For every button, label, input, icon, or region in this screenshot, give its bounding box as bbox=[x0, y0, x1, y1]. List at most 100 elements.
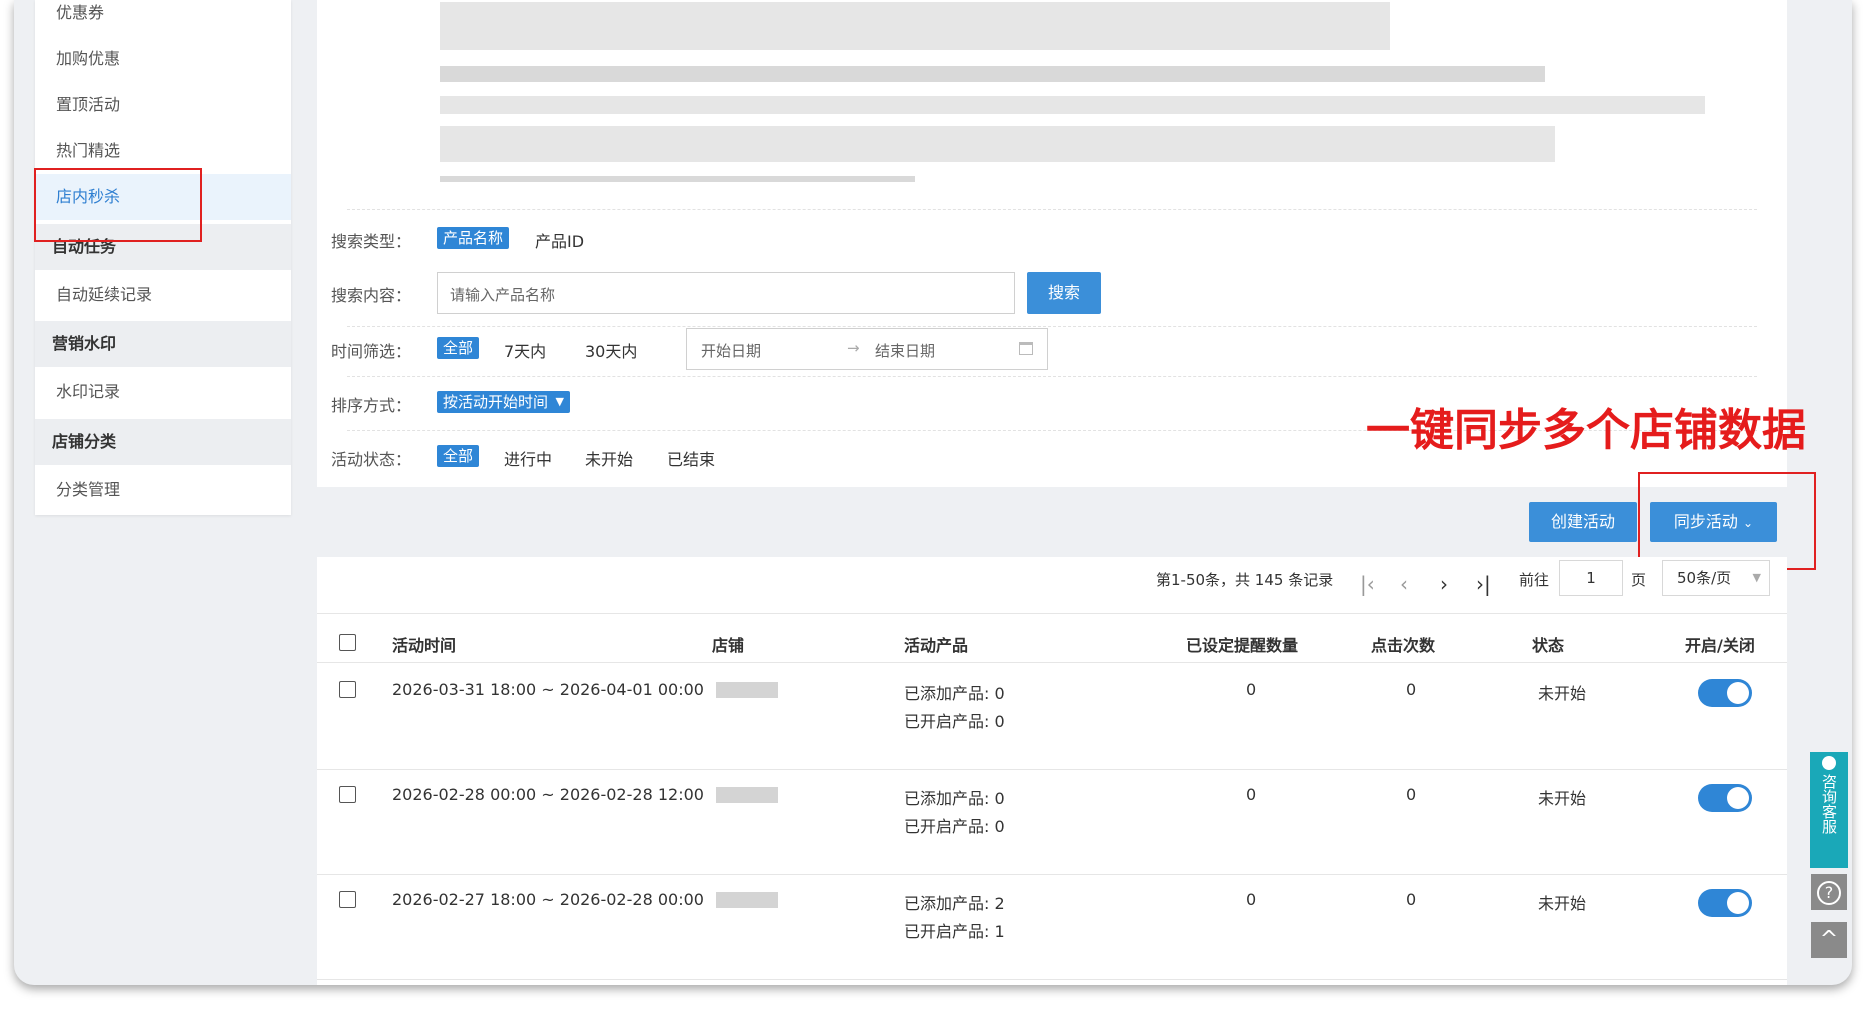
search-type-label: 搜索类型： bbox=[331, 232, 412, 251]
arrow-up-icon: ^ bbox=[1819, 927, 1839, 952]
search-content-label: 搜索内容： bbox=[331, 286, 412, 305]
row-time: 2026-02-27 18:00 ~ 2026-02-28 00:00 bbox=[392, 890, 704, 909]
row-reminders: 0 bbox=[1246, 785, 1257, 804]
table-header-top-line bbox=[317, 613, 1787, 614]
col-header-shop: 店铺 bbox=[712, 636, 745, 655]
date-range-picker[interactable]: 开始日期 → 结束日期 bbox=[686, 328, 1048, 370]
row-checkbox[interactable] bbox=[339, 681, 356, 698]
status-filter-ended[interactable]: 已结束 bbox=[667, 446, 715, 470]
page-unit-label: 页 bbox=[1631, 571, 1647, 589]
col-header-toggle: 开启/关闭 bbox=[1685, 636, 1755, 655]
pagination-summary: 第1-50条，共 145 条记录 bbox=[1156, 571, 1334, 589]
page-number-input[interactable]: 1 bbox=[1559, 560, 1623, 596]
row-added-products: 已添加产品: 2 bbox=[904, 894, 1005, 913]
blurred-notice-line bbox=[440, 2, 1390, 50]
row-divider bbox=[317, 874, 1787, 875]
arrow-right-icon: → bbox=[847, 339, 860, 357]
time-filter-30days[interactable]: 30天内 bbox=[585, 338, 637, 362]
sidebar: 优惠券 加购优惠 置顶活动 热门精选 店内秒杀 自动任务 自动延续记录 营销水印… bbox=[35, 0, 291, 515]
select-all-checkbox[interactable] bbox=[339, 634, 356, 651]
status-filter-not-started[interactable]: 未开始 bbox=[585, 446, 633, 470]
time-filter-all[interactable]: 全部 bbox=[437, 337, 480, 359]
customer-service-button[interactable]: 咨询客服 bbox=[1810, 752, 1848, 868]
caret-down-icon: ▼ bbox=[1752, 571, 1761, 584]
row-status: 未开始 bbox=[1538, 894, 1587, 913]
row-status: 未开始 bbox=[1538, 684, 1587, 703]
row-enabled-products: 已开启产品: 0 bbox=[904, 817, 1005, 836]
divider bbox=[347, 326, 1757, 327]
time-filter-label: 时间筛选： bbox=[331, 342, 412, 361]
blurred-notice-line bbox=[440, 66, 1545, 82]
page-size-value: 50条/页 bbox=[1677, 569, 1732, 587]
sidebar-item-category-manage[interactable]: 分类管理 bbox=[35, 467, 291, 513]
highlight-box-sync bbox=[1638, 472, 1816, 570]
row-added-products: 已添加产品: 0 bbox=[904, 789, 1005, 808]
page-size-select[interactable]: 50条/页 ▼ bbox=[1662, 560, 1770, 596]
app-frame: 优惠券 加购优惠 置顶活动 热门精选 店内秒杀 自动任务 自动延续记录 营销水印… bbox=[14, 0, 1852, 985]
row-reminders: 0 bbox=[1246, 680, 1257, 699]
start-date-placeholder: 开始日期 bbox=[701, 342, 762, 360]
end-date-placeholder: 结束日期 bbox=[875, 342, 936, 360]
blurred-notice-line bbox=[440, 96, 1705, 114]
row-reminders: 0 bbox=[1246, 890, 1257, 909]
back-to-top-button[interactable]: ^ bbox=[1811, 922, 1847, 958]
row-clicks: 0 bbox=[1406, 785, 1417, 804]
row-status: 未开始 bbox=[1538, 789, 1587, 808]
status-filter-ongoing[interactable]: 进行中 bbox=[504, 446, 552, 470]
row-checkbox[interactable] bbox=[339, 786, 356, 803]
row-added-products: 已添加产品: 0 bbox=[904, 684, 1005, 703]
last-page-icon[interactable]: ›| bbox=[1476, 572, 1491, 596]
caret-down-icon: ▼ bbox=[555, 395, 565, 408]
shop-name-blurred bbox=[716, 892, 778, 908]
blurred-notice-line bbox=[440, 126, 1555, 162]
help-button[interactable]: ? bbox=[1811, 874, 1847, 910]
blurred-notice-line bbox=[440, 176, 915, 182]
row-toggle-switch[interactable] bbox=[1698, 889, 1752, 917]
table-card bbox=[317, 557, 1787, 985]
first-page-icon[interactable]: |‹ bbox=[1360, 572, 1375, 596]
divider bbox=[347, 209, 1757, 210]
col-header-clicks: 点击次数 bbox=[1371, 636, 1436, 655]
search-input[interactable]: 请输入产品名称 bbox=[437, 272, 1015, 314]
sort-select[interactable]: 按活动开始时间 ▼ bbox=[437, 391, 571, 413]
user-icon bbox=[1822, 756, 1836, 770]
row-checkbox[interactable] bbox=[339, 891, 356, 908]
row-time: 2026-02-28 00:00 ~ 2026-02-28 12:00 bbox=[392, 785, 704, 804]
prev-page-icon[interactable]: ‹ bbox=[1400, 572, 1408, 596]
sidebar-item-coupon[interactable]: 优惠券 bbox=[35, 0, 291, 36]
col-header-status: 状态 bbox=[1532, 636, 1565, 655]
row-toggle-switch[interactable] bbox=[1698, 784, 1752, 812]
status-filter-all[interactable]: 全部 bbox=[437, 445, 480, 467]
sort-value: 按活动开始时间 bbox=[443, 393, 549, 411]
next-page-icon[interactable]: › bbox=[1440, 572, 1448, 596]
row-toggle-switch[interactable] bbox=[1698, 679, 1752, 707]
shop-name-blurred bbox=[716, 682, 778, 698]
sidebar-item-pin[interactable]: 置顶活动 bbox=[35, 82, 291, 128]
sort-label: 排序方式： bbox=[331, 396, 412, 415]
time-filter-7days[interactable]: 7天内 bbox=[504, 338, 546, 362]
calendar-icon bbox=[1019, 342, 1033, 355]
sidebar-group-shop-category: 店铺分类 bbox=[35, 419, 291, 465]
divider bbox=[347, 376, 1757, 377]
col-header-products: 活动产品 bbox=[904, 636, 969, 655]
goto-label: 前往 bbox=[1519, 571, 1550, 589]
col-header-reminders: 已设定提醒数量 bbox=[1186, 636, 1299, 655]
row-clicks: 0 bbox=[1406, 680, 1417, 699]
sidebar-item-auto-renew[interactable]: 自动延续记录 bbox=[35, 272, 291, 318]
search-type-product-id[interactable]: 产品ID bbox=[535, 228, 584, 252]
row-enabled-products: 已开启产品: 1 bbox=[904, 922, 1005, 941]
row-divider bbox=[317, 979, 1787, 980]
sidebar-group-watermark: 营销水印 bbox=[35, 321, 291, 367]
highlight-box-flash-sale bbox=[34, 168, 202, 242]
help-icon: ? bbox=[1817, 881, 1841, 905]
customer-service-label: 咨询客服 bbox=[1820, 774, 1838, 834]
sidebar-item-add-purchase[interactable]: 加购优惠 bbox=[35, 36, 291, 82]
sidebar-item-watermark-records[interactable]: 水印记录 bbox=[35, 369, 291, 415]
row-enabled-products: 已开启产品: 0 bbox=[904, 712, 1005, 731]
search-input-placeholder: 请输入产品名称 bbox=[450, 286, 556, 304]
search-type-product-name[interactable]: 产品名称 bbox=[437, 227, 510, 249]
col-header-time: 活动时间 bbox=[392, 636, 457, 655]
create-activity-button[interactable]: 创建活动 bbox=[1529, 502, 1637, 542]
row-time: 2026-03-31 18:00 ~ 2026-04-01 00:00 bbox=[392, 680, 704, 699]
search-button[interactable]: 搜索 bbox=[1027, 272, 1101, 314]
